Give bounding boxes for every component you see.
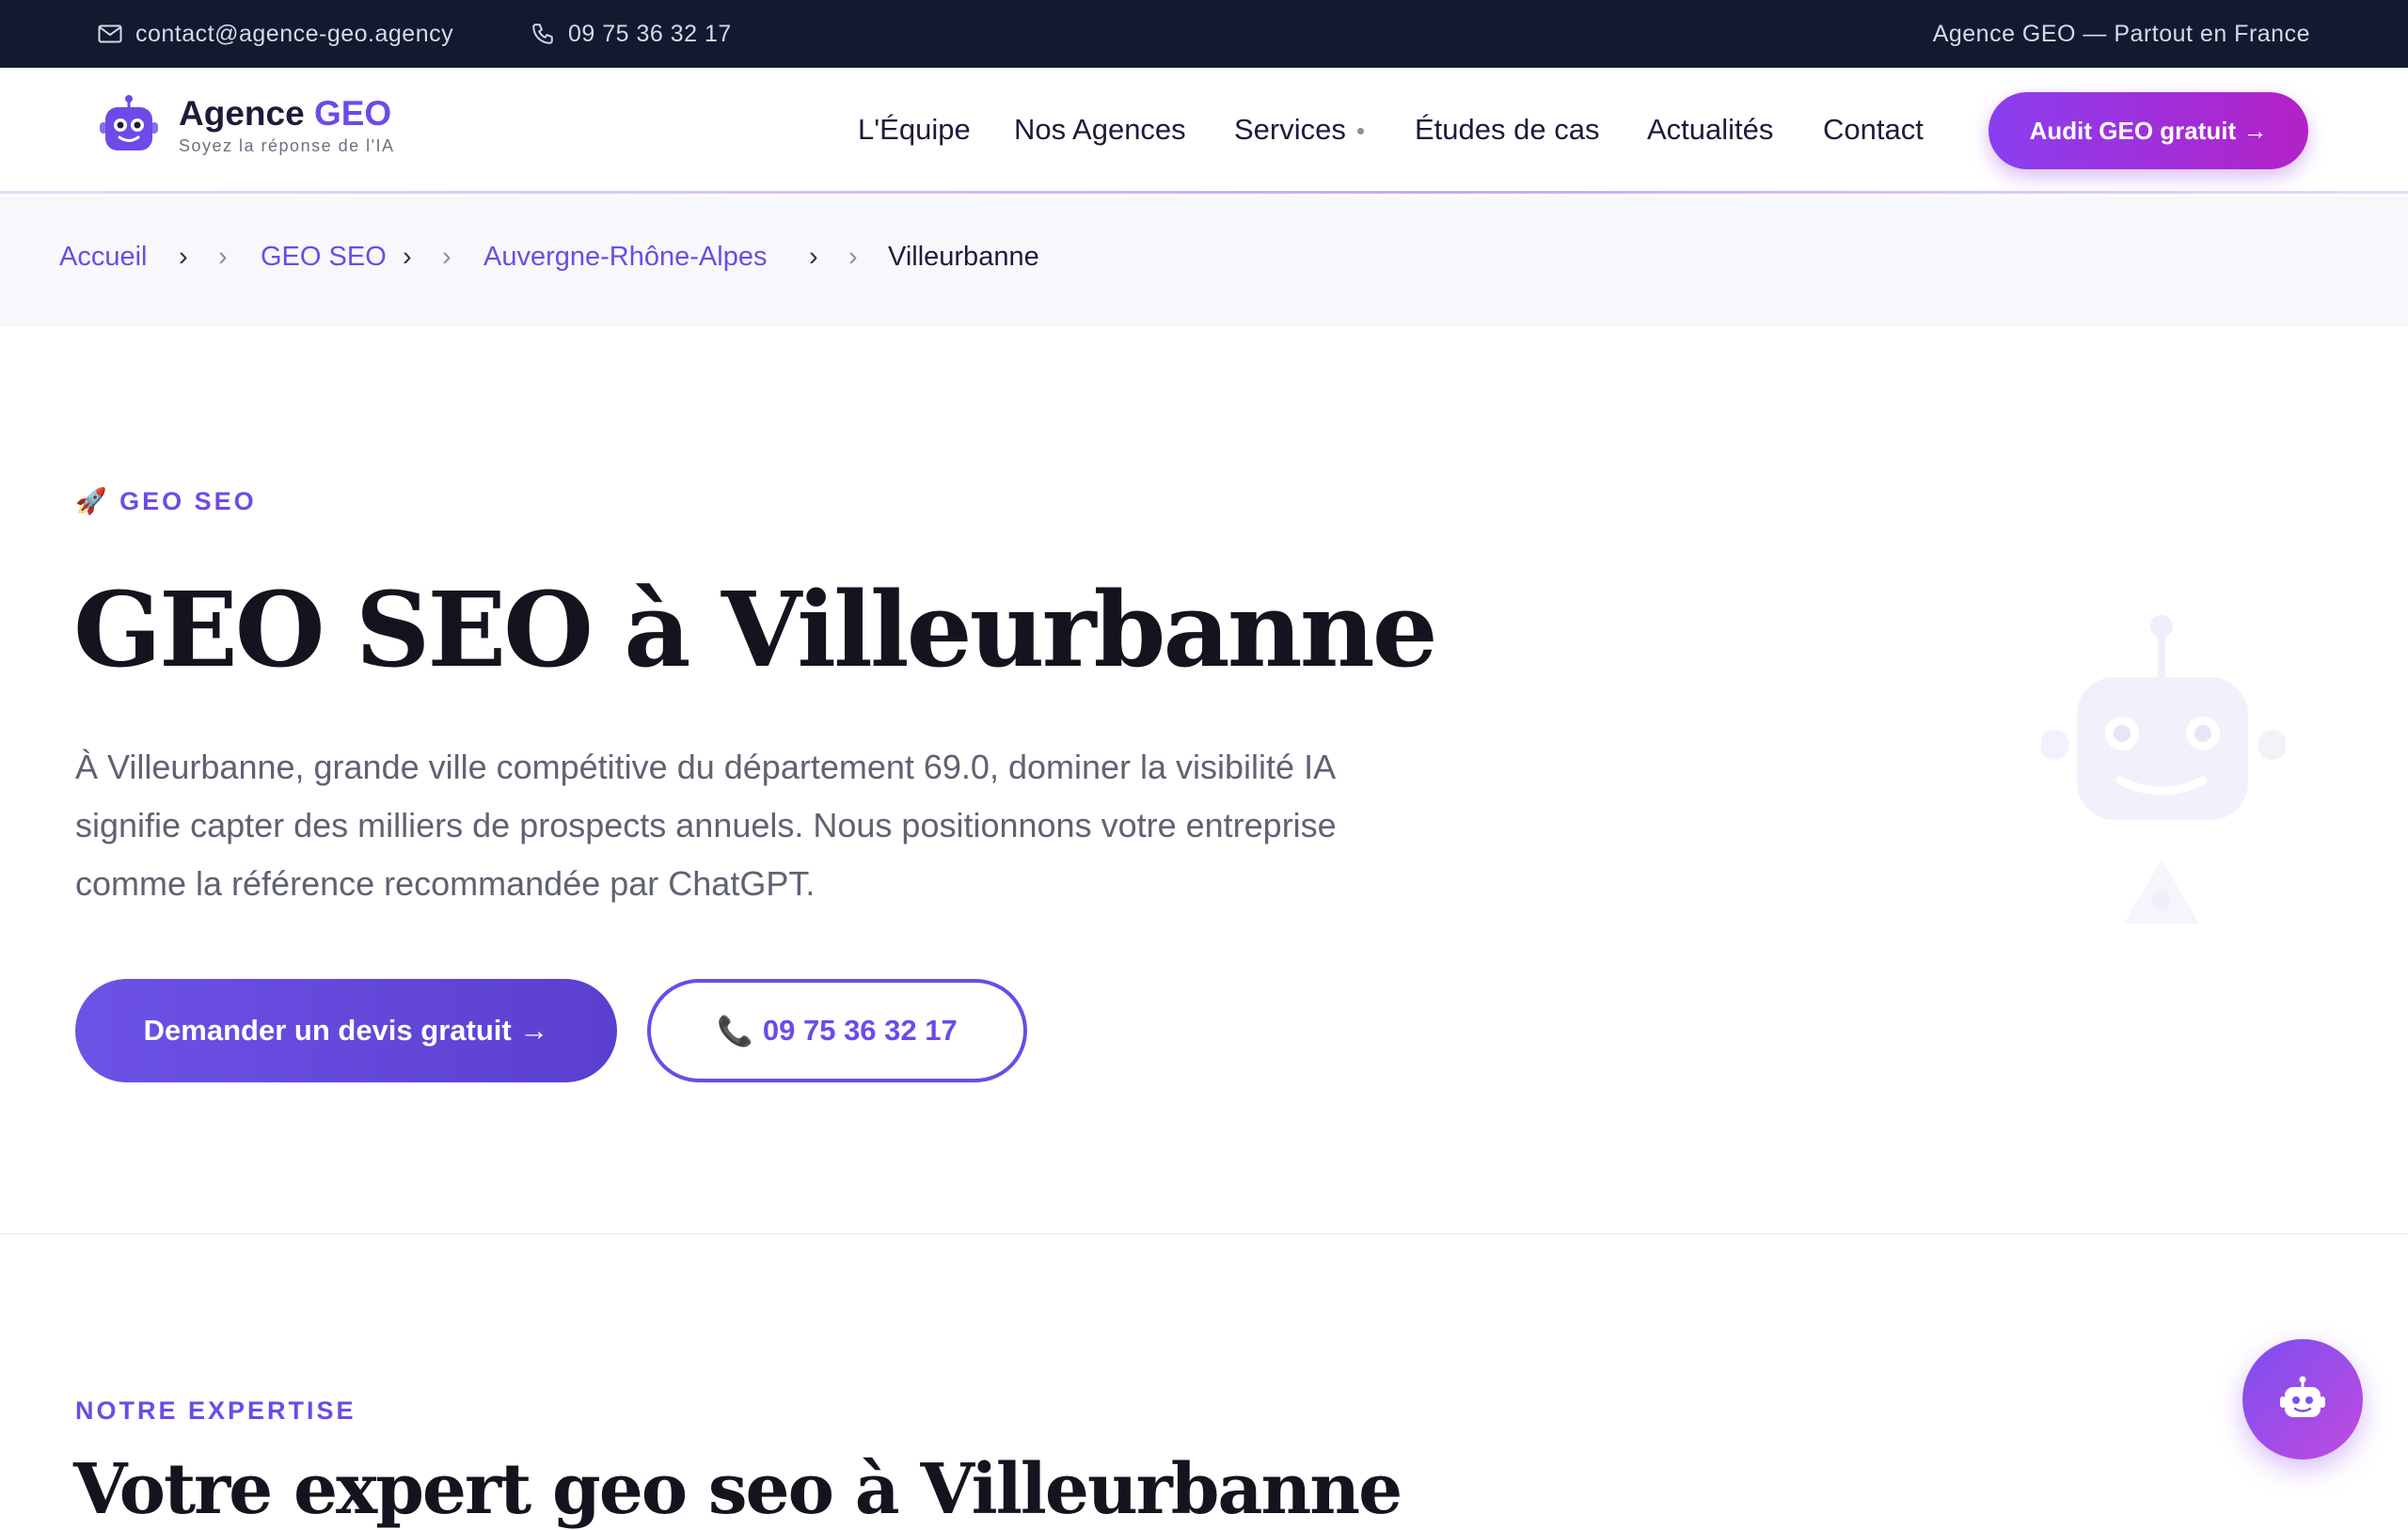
- robot-logo-icon: [100, 95, 158, 150]
- expertise-eyebrow: NOTRE EXPERTISE: [75, 1396, 356, 1425]
- nav-services-label: Services: [1234, 113, 1346, 146]
- main-header: Agence GEO Soyez la réponse de l'IA L'Éq…: [0, 68, 2408, 194]
- expertise-section: NOTRE EXPERTISE Votre expert geo seo à V…: [0, 1235, 2408, 1530]
- nav-item-agences[interactable]: Nos Agences: [1014, 113, 1186, 147]
- robot-illustration-icon: [2041, 615, 2286, 923]
- breadcrumb-current: Villeurbanne: [888, 242, 1039, 272]
- nav-item-actualites[interactable]: Actualités: [1647, 113, 1773, 147]
- brand-name-accent: GEO: [313, 93, 392, 133]
- nav-item-contact[interactable]: Contact: [1823, 113, 1924, 147]
- topbar-tagline: Agence GEO — Partout en France: [1933, 0, 2310, 68]
- call-phone-button[interactable]: 📞 09 75 36 32 17: [647, 979, 1027, 1082]
- breadcrumb-region[interactable]: Auvergne-Rhône-Alpes: [483, 242, 767, 273]
- breadcrumb-separator: ›: [218, 242, 228, 272]
- header-divider: [0, 191, 2408, 194]
- nav-item-equipe[interactable]: L'Équipe: [858, 113, 971, 147]
- hero-section: 🚀 GEO SEO GEO SEO à Villeurbanne À Ville…: [0, 326, 2408, 1235]
- chatbot-launcher-button[interactable]: [2242, 1339, 2363, 1459]
- breadcrumb-separator: ›: [442, 242, 452, 272]
- breadcrumb-separator: ›: [403, 242, 412, 272]
- chatbot-icon: [2280, 1376, 2325, 1417]
- breadcrumb: Accueil › › GEO SEO › › Auvergne-Rhône-A…: [0, 197, 2408, 326]
- topbar-phone[interactable]: 09 75 36 32 17: [531, 0, 732, 68]
- breadcrumb-separator: ›: [179, 242, 188, 272]
- logo-title: Agence GEO: [179, 93, 395, 133]
- page-title: GEO SEO à Villeurbanne: [73, 569, 1438, 690]
- logo-text: Agence GEO Soyez la réponse de l'IA: [179, 93, 395, 156]
- topbar-email-text: contact@agence-geo.agency: [135, 20, 454, 47]
- phone-icon: 📞: [717, 1014, 753, 1048]
- topbar-email[interactable]: contact@agence-geo.agency: [98, 0, 453, 68]
- nav-item-etudes[interactable]: Études de cas: [1415, 113, 1599, 147]
- request-quote-button[interactable]: Demander un devis gratuit →: [75, 979, 617, 1082]
- phone-icon: [532, 24, 553, 44]
- dropdown-dot-icon: [1356, 128, 1364, 135]
- logo-subtitle: Soyez la réponse de l'IA: [179, 135, 395, 155]
- audit-cta-button[interactable]: Audit GEO gratuit →: [1988, 92, 2308, 169]
- phone-button-label: 09 75 36 32 17: [762, 1014, 958, 1047]
- breadcrumb-home[interactable]: Accueil: [59, 242, 148, 273]
- hero-lead: À Villeurbanne, grande ville compétitive…: [75, 748, 1337, 903]
- nav-item-services[interactable]: Services: [1234, 113, 1364, 147]
- mail-icon: [98, 24, 122, 43]
- brand-name: Agence: [179, 93, 314, 133]
- site-logo[interactable]: Agence GEO Soyez la réponse de l'IA: [96, 94, 395, 156]
- breadcrumb-separator: ›: [848, 242, 858, 272]
- top-contact-bar: contact@agence-geo.agency 09 75 36 32 17…: [0, 0, 2408, 68]
- topbar-phone-text: 09 75 36 32 17: [568, 20, 732, 47]
- expertise-title: Votre expert geo seo à Villeurbanne: [73, 1449, 1402, 1530]
- topbar-tagline-text: Agence GEO — Partout en France: [1932, 20, 2310, 47]
- breadcrumb-separator: ›: [809, 242, 818, 272]
- breadcrumb-geo-seo[interactable]: GEO SEO: [261, 242, 387, 273]
- hero-eyebrow: 🚀 GEO SEO: [75, 487, 257, 515]
